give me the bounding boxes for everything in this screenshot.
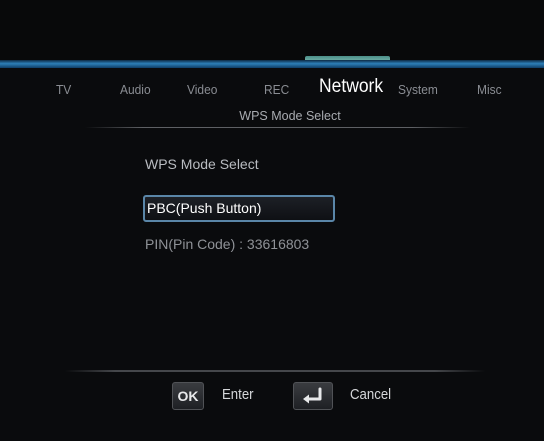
tab-misc[interactable]: Misc — [477, 82, 502, 97]
tab-video[interactable]: Video — [187, 82, 217, 97]
return-arrow-icon[interactable] — [293, 382, 333, 410]
cancel-label: Cancel — [350, 386, 392, 403]
section-label: WPS Mode Select — [145, 156, 259, 172]
page-subtitle: WPS Mode Select — [239, 109, 341, 123]
tab-network[interactable]: Network — [319, 76, 383, 98]
ok-key[interactable]: OK — [172, 382, 204, 410]
settings-tabs: TV Audio Video REC Network System Misc — [0, 76, 544, 102]
pin-option[interactable]: PIN(Pin Code) : 33616803 — [145, 236, 309, 252]
tab-system[interactable]: System — [398, 82, 438, 97]
tab-rec[interactable]: REC — [264, 82, 289, 97]
menu-band — [0, 60, 544, 68]
enter-label: Enter — [222, 386, 254, 403]
tab-audio[interactable]: Audio — [120, 82, 151, 97]
tab-tv[interactable]: TV — [56, 82, 71, 97]
top-banner — [0, 0, 544, 62]
header-divider — [85, 127, 470, 128]
footer-divider — [65, 370, 485, 372]
pbc-option[interactable]: PBC(Push Button) — [143, 195, 335, 222]
footer-hints: OK Enter Cancel — [0, 382, 544, 412]
